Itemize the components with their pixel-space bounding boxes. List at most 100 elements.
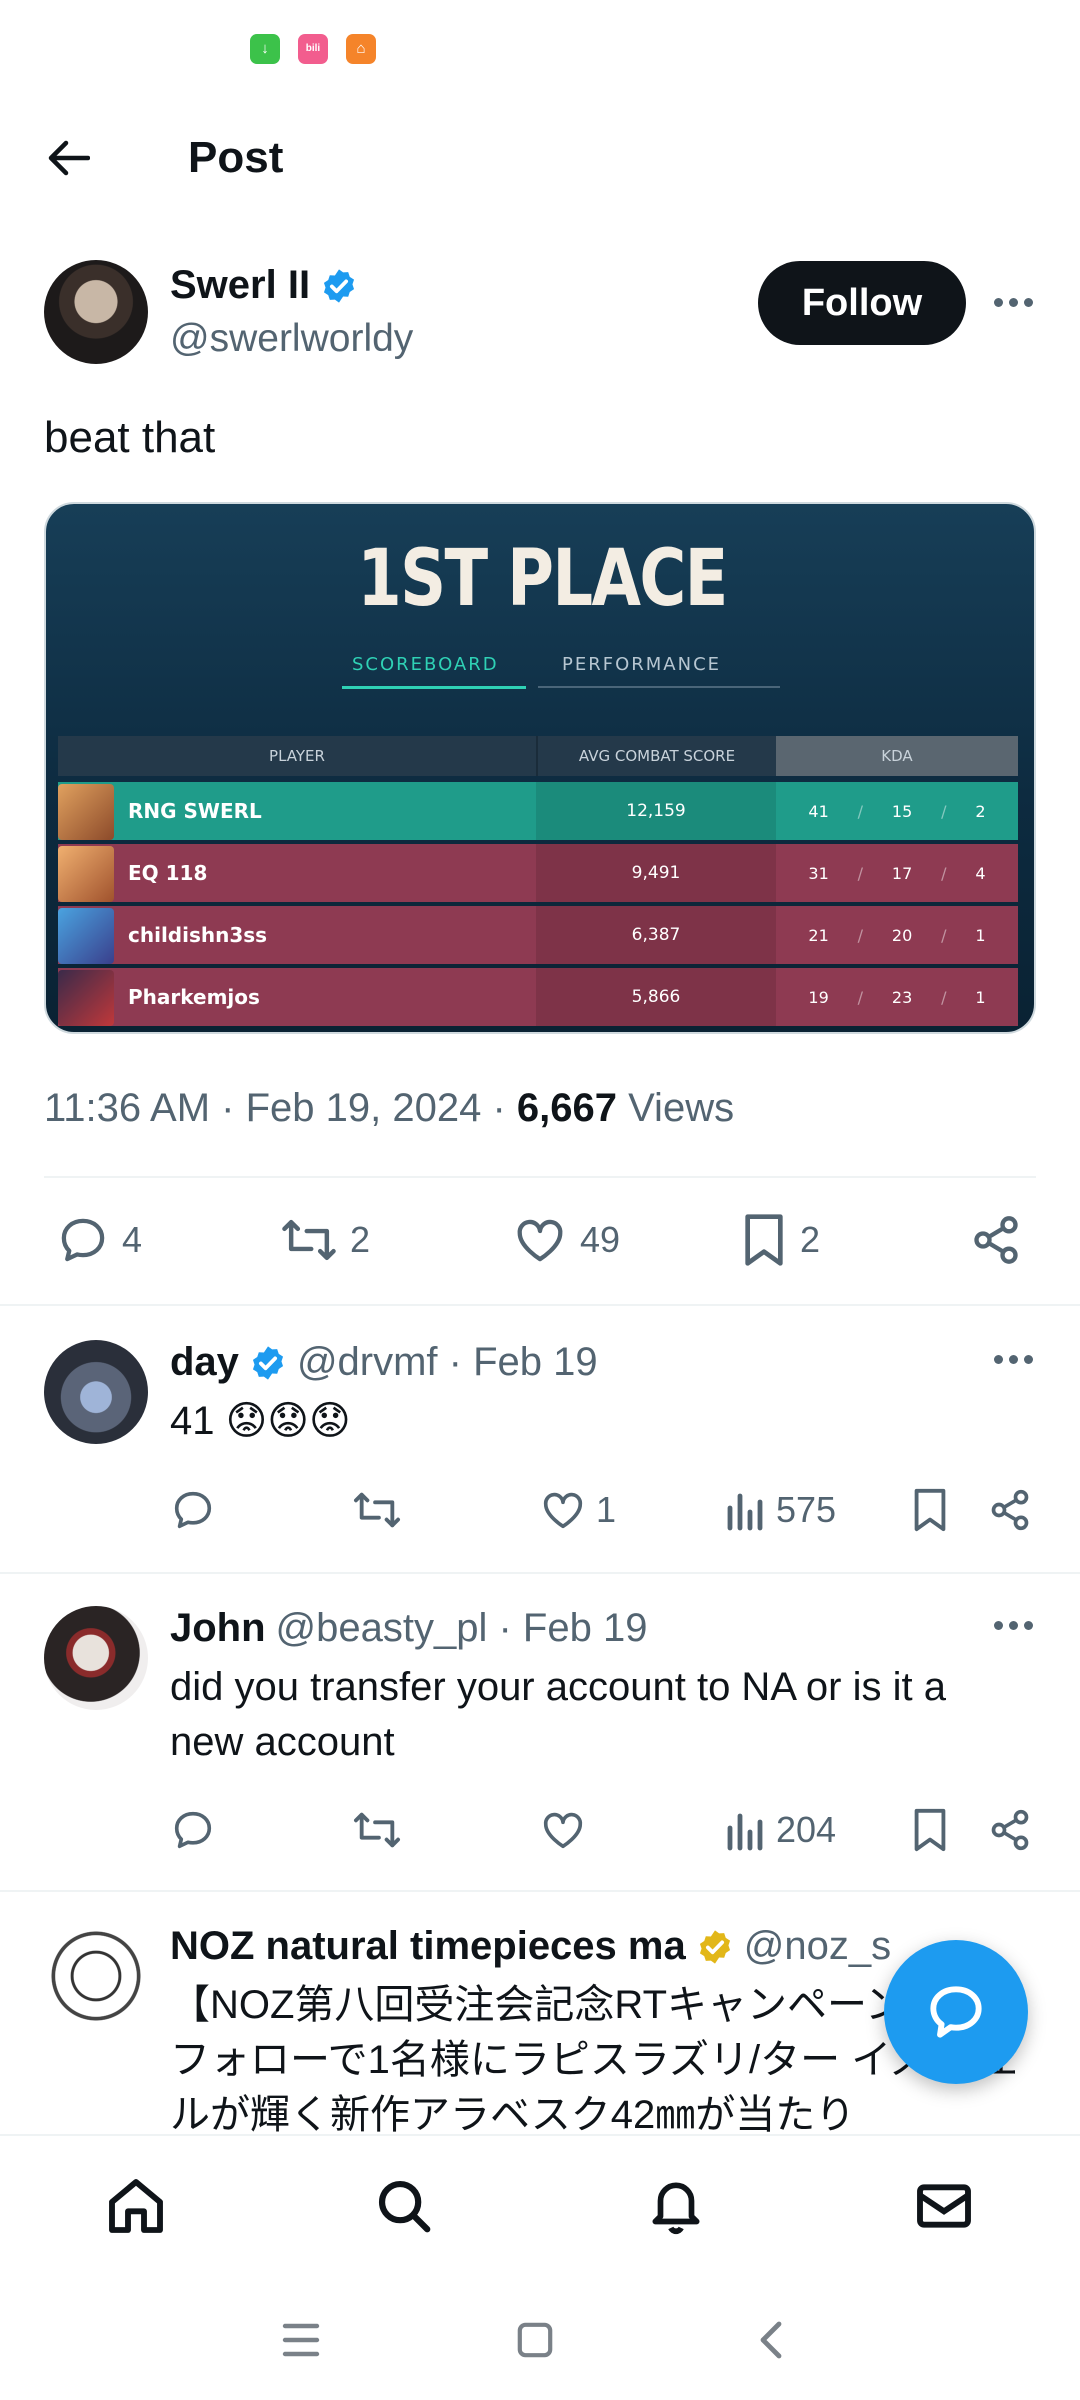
square-icon <box>517 2322 553 2358</box>
bookmark-button[interactable] <box>910 1480 950 1540</box>
more-options-button[interactable] <box>984 1600 1042 1650</box>
nav-search[interactable] <box>364 2166 444 2246</box>
nav-notifications[interactable] <box>636 2166 716 2246</box>
verified-badge-icon <box>324 268 355 303</box>
author-name: Swerl II <box>170 263 311 307</box>
divider <box>0 1304 1080 1306</box>
col-player: PLAYER <box>58 736 536 776</box>
share-icon <box>991 1489 1029 1531</box>
deaths: 23 <box>891 987 913 1007</box>
like-button[interactable]: 49 <box>512 1208 620 1272</box>
back-button[interactable] <box>36 130 100 186</box>
bookmark-button[interactable] <box>910 1800 950 1860</box>
scoreboard-title: 1ST PLACE <box>357 534 728 624</box>
reply-button[interactable]: 4 <box>56 1208 142 1272</box>
chat-bubble-icon <box>930 1986 982 2038</box>
agent-portrait <box>58 846 114 902</box>
more-options-button[interactable] <box>984 277 1042 327</box>
kda-separator: / <box>941 925 947 945</box>
agent-portrait <box>58 784 114 840</box>
player-acs: 6,387 <box>631 925 681 945</box>
menu-lines-icon <box>282 2323 320 2357</box>
bookmark-icon <box>914 1808 946 1852</box>
views-count[interactable]: 6,667 <box>517 1086 617 1130</box>
views-button[interactable]: 204 <box>726 1800 836 1860</box>
repost-button[interactable] <box>352 1800 402 1860</box>
like-button[interactable] <box>540 1800 586 1860</box>
bookmark-button[interactable]: 2 <box>740 1208 820 1272</box>
reply-post[interactable]: John @beasty_pl · Feb 19 did you transfe… <box>0 1606 1080 1876</box>
reply-post[interactable]: day @drvmf · Feb 19 41 😟😟😟 1 575 <box>0 1340 1080 1570</box>
repost-icon <box>353 1492 400 1528</box>
more-dots-icon <box>993 1620 1033 1630</box>
repost-button[interactable] <box>352 1480 402 1540</box>
home-icon <box>109 2179 163 2233</box>
tab-underline <box>342 686 526 689</box>
bilibili-app-icon: bili <box>298 34 328 64</box>
envelope-icon <box>917 2184 971 2228</box>
more-options-button[interactable] <box>984 1334 1042 1384</box>
back-system-button[interactable] <box>736 2310 806 2370</box>
like-button[interactable]: 1 <box>540 1480 616 1540</box>
home-system-button[interactable] <box>500 2310 570 2370</box>
recent-apps-button[interactable] <box>266 2310 336 2370</box>
reply-button[interactable] <box>170 1480 216 1540</box>
scoreboard-header: PLAYER AVG COMBAT SCORE KDA <box>58 736 1018 776</box>
player-name: childishn3ss <box>128 923 268 947</box>
search-icon <box>378 2180 431 2233</box>
kda-separator: / <box>857 863 864 883</box>
repost-button[interactable]: 2 <box>280 1208 370 1272</box>
reply-author-name[interactable]: day <box>170 1340 239 1385</box>
player-acs: 9,491 <box>631 863 681 883</box>
verified-badge-icon <box>252 1345 283 1380</box>
player-name: Pharkemjos <box>128 985 260 1009</box>
divider <box>44 1176 1036 1178</box>
reply-handle-date[interactable]: @drvmf · Feb 19 <box>297 1340 598 1385</box>
deaths: 20 <box>891 925 913 945</box>
reply-author-name[interactable]: John <box>170 1606 266 1651</box>
author-avatar[interactable] <box>44 260 148 364</box>
reply-handle-date[interactable]: @beasty_pl · Feb 19 <box>276 1606 648 1651</box>
divider <box>0 1572 1080 1574</box>
share-button[interactable] <box>970 1208 1022 1272</box>
views-count: 204 <box>776 1809 837 1850</box>
col-kda: KDA <box>776 736 1018 776</box>
avatar[interactable] <box>44 1340 148 1444</box>
reply-handle-date[interactable]: @noz_s <box>744 1924 891 1969</box>
nav-messages[interactable] <box>904 2166 984 2246</box>
reply-icon <box>174 1811 212 1849</box>
share-button[interactable] <box>988 1800 1032 1860</box>
reply-actions: 204 <box>0 1800 1080 1860</box>
deaths: 17 <box>891 863 913 883</box>
like-count: 49 <box>580 1219 621 1260</box>
author-handle[interactable]: @swerlworldy <box>170 317 413 361</box>
more-dots-icon <box>993 1354 1033 1364</box>
share-button[interactable] <box>988 1480 1032 1540</box>
reply-author-name[interactable]: NOZ natural timepieces ma <box>170 1924 686 1969</box>
avatar[interactable] <box>44 1924 148 2028</box>
more-dots-icon <box>993 297 1033 307</box>
reply-button[interactable] <box>170 1800 216 1860</box>
page-title: Post <box>188 133 284 182</box>
post-image-scoreboard[interactable]: 1ST PLACE SCOREBOARD PERFORMANCE PLAYER … <box>44 502 1036 1034</box>
chevron-left-icon <box>760 2321 782 2359</box>
nav-home[interactable] <box>96 2166 176 2246</box>
views-button[interactable]: 575 <box>726 1480 836 1540</box>
avatar[interactable] <box>44 1606 148 1710</box>
views-chart-icon <box>727 1493 763 1531</box>
post-author: Swerl II @swerlworldy Follow <box>0 255 1080 375</box>
post-timestamp: 11:36 AM · Feb 19, 2024 · <box>44 1086 517 1130</box>
post-actions: 4 2 49 2 <box>0 1200 1080 1280</box>
author-name-row[interactable]: Swerl II <box>170 263 358 308</box>
kda-separator: / <box>941 801 947 821</box>
table-row: EQ 118 9,491 31 / 17 / 4 <box>58 844 1018 902</box>
follow-button[interactable]: Follow <box>758 261 966 345</box>
kda-separator: / <box>857 987 864 1007</box>
heart-icon <box>543 1492 583 1529</box>
top-bar: Post <box>0 110 1080 206</box>
reply-text: did you transfer your account to NA or i… <box>170 1665 946 1764</box>
share-icon <box>991 1809 1029 1851</box>
arrow-left-icon <box>48 140 90 176</box>
reply-count: 4 <box>122 1219 143 1260</box>
compose-reply-button[interactable] <box>884 1940 1028 2084</box>
